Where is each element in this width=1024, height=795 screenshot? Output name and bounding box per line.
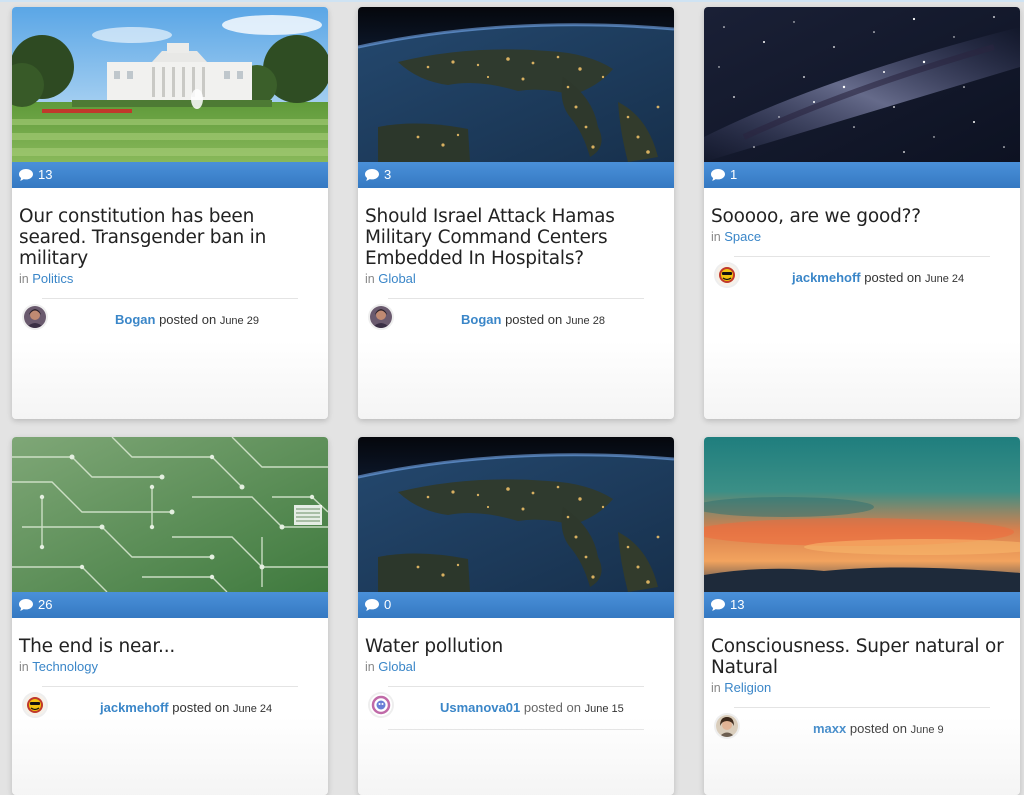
post-meta: Bogan posted on June 28 <box>358 299 674 341</box>
post-meta: Bogan posted on June 29 <box>12 299 328 341</box>
post-image-earth-night[interactable] <box>358 437 674 592</box>
post-date: June 29 <box>219 315 259 327</box>
post-image-circuit-board[interactable] <box>12 437 328 592</box>
post-card[interactable]: 26 The end is near... in Technology jack… <box>12 437 328 795</box>
post-image-white-house[interactable] <box>12 7 328 162</box>
post-card[interactable]: 0 Water pollution in Global Usmanova01 p… <box>358 437 674 795</box>
post-date: June 28 <box>565 315 605 327</box>
post-title[interactable]: Should Israel Attack Hamas Military Comm… <box>365 206 667 269</box>
post-date: June 24 <box>925 273 965 285</box>
comment-bubble-icon <box>365 599 379 611</box>
post-title[interactable]: Water pollution <box>365 636 667 657</box>
post-meta: jackmehoff posted on June 24 <box>704 257 1020 299</box>
username-link[interactable]: maxx <box>813 721 846 736</box>
post-card[interactable]: 1 Sooooo, are we good?? in Space jackmeh… <box>704 7 1020 419</box>
post-meta: maxx posted on June 9 <box>704 708 1020 750</box>
category-link[interactable]: Religion <box>724 680 771 695</box>
post-meta: Usmanova01 posted on June 15 <box>358 687 674 729</box>
posted-on-label: posted on <box>172 700 230 715</box>
username-link[interactable]: jackmehoff <box>792 270 861 285</box>
category-link[interactable]: Space <box>724 229 761 244</box>
comment-bubble-icon <box>711 599 725 611</box>
comment-count-bar: 0 <box>358 592 674 618</box>
in-label: in <box>711 681 721 695</box>
comment-count: 13 <box>730 597 745 612</box>
post-card[interactable]: 3 Should Israel Attack Hamas Military Co… <box>358 7 674 419</box>
username-link[interactable]: jackmehoff <box>100 700 169 715</box>
comment-bubble-icon <box>711 169 725 181</box>
avatar[interactable] <box>716 264 738 286</box>
post-date: June 24 <box>233 703 273 715</box>
post-meta: jackmehoff posted on June 24 <box>12 687 328 729</box>
in-label: in <box>711 230 721 244</box>
username-link[interactable]: Usmanova01 <box>440 700 520 715</box>
avatar[interactable] <box>24 306 46 328</box>
post-image-sunset[interactable] <box>704 437 1020 592</box>
avatar[interactable] <box>716 715 738 737</box>
comment-count: 1 <box>730 167 738 182</box>
comment-count-bar: 1 <box>704 162 1020 188</box>
post-image-milky-way[interactable] <box>704 7 1020 162</box>
category-link[interactable]: Technology <box>32 659 98 674</box>
username-link[interactable]: Bogan <box>115 312 155 327</box>
comment-bubble-icon <box>19 599 33 611</box>
category-link[interactable]: Global <box>378 271 416 286</box>
divider <box>388 729 644 730</box>
post-date: June 15 <box>584 703 624 715</box>
top-border <box>0 0 1024 2</box>
comment-bubble-icon <box>365 169 379 181</box>
posted-on-label: posted on <box>849 721 907 736</box>
post-title[interactable]: Our constitution has been seared. Transg… <box>19 206 321 269</box>
username-link[interactable]: Bogan <box>461 312 501 327</box>
post-card[interactable]: 13 Consciousness. Super natural or Natur… <box>704 437 1020 795</box>
category-link[interactable]: Politics <box>32 271 73 286</box>
comment-count: 0 <box>384 597 392 612</box>
avatar[interactable] <box>370 306 392 328</box>
comment-count-bar: 26 <box>12 592 328 618</box>
post-title[interactable]: Consciousness. Super natural or Natural <box>711 636 1013 678</box>
in-label: in <box>19 660 29 674</box>
posted-on-label: posted on <box>505 312 563 327</box>
posted-on-label: posted on <box>159 312 217 327</box>
post-title[interactable]: The end is near... <box>19 636 321 657</box>
comment-count-bar: 3 <box>358 162 674 188</box>
in-label: in <box>365 660 375 674</box>
post-title[interactable]: Sooooo, are we good?? <box>711 206 1013 227</box>
in-label: in <box>19 272 29 286</box>
avatar[interactable] <box>24 694 46 716</box>
comment-count: 13 <box>38 167 53 182</box>
avatar[interactable] <box>370 694 392 716</box>
posted-on-label: posted on <box>864 270 922 285</box>
post-image-earth-night[interactable] <box>358 7 674 162</box>
comment-count-bar: 13 <box>704 592 1020 618</box>
post-date: June 9 <box>910 724 944 736</box>
category-link[interactable]: Global <box>378 659 416 674</box>
comment-count: 26 <box>38 597 53 612</box>
posted-on-label: posted on <box>523 700 581 715</box>
post-card[interactable]: 13 Our constitution has been seared. Tra… <box>12 7 328 419</box>
comment-count: 3 <box>384 167 392 182</box>
in-label: in <box>365 272 375 286</box>
comment-bubble-icon <box>19 169 33 181</box>
comment-count-bar: 13 <box>12 162 328 188</box>
